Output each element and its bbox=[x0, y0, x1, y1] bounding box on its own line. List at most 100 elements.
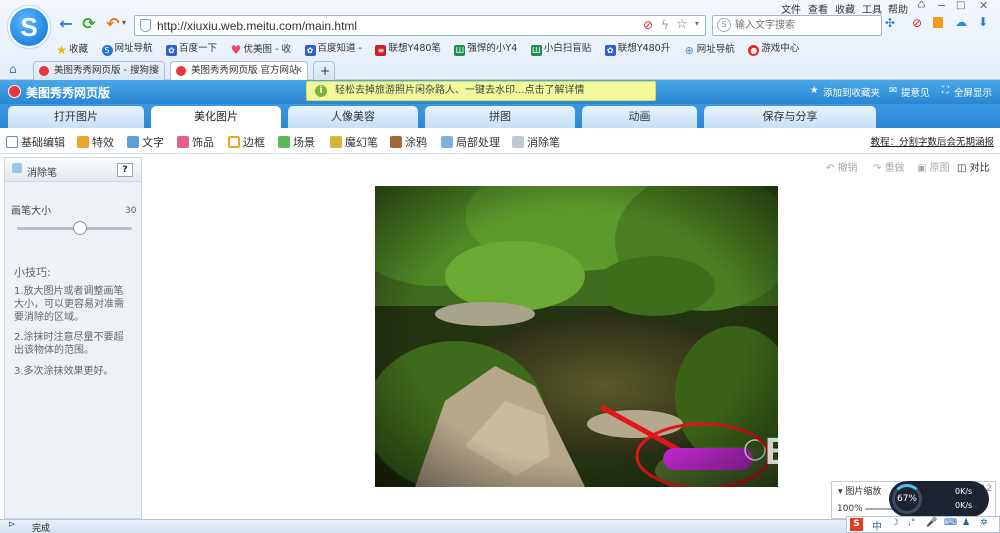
baidu-paw-icon: ✿ bbox=[166, 45, 178, 56]
bookmark-item[interactable]: Ш 强悍的小Y4 bbox=[454, 40, 517, 56]
dropdown-arrow-icon[interactable]: ▾ bbox=[122, 18, 126, 27]
tool-doodle[interactable]: 涂鸦 bbox=[390, 134, 427, 150]
tool-basic-edit[interactable]: 基础编辑 bbox=[6, 134, 65, 150]
tab-animation[interactable]: 动画 bbox=[582, 106, 697, 128]
bookmark-item[interactable]: ♥ 优美图 - 收 bbox=[231, 41, 291, 56]
close-tab-icon[interactable]: ✕ bbox=[152, 62, 160, 80]
maximize-icon[interactable]: □ bbox=[956, 0, 965, 11]
original-button[interactable]: ▣ 原图 bbox=[917, 159, 950, 174]
tool-scene[interactable]: 场景 bbox=[278, 134, 315, 150]
keyboard-icon[interactable]: ⌨ bbox=[944, 518, 957, 528]
undo-button[interactable]: ↶ 撤销 bbox=[826, 159, 858, 174]
tool-text[interactable]: 文字 bbox=[127, 134, 164, 150]
tab-beautify[interactable]: 美化图片 bbox=[151, 106, 281, 128]
download-icon[interactable]: ⬇ bbox=[978, 15, 988, 29]
star-icon: ★ bbox=[810, 85, 819, 96]
bookmark-item[interactable]: ✿ 百度知道 - bbox=[304, 40, 362, 56]
tab-save-share[interactable]: 保存与分享 bbox=[704, 106, 876, 128]
browser-tab-active[interactable]: 美图秀秀网页版 官方网站 ✕ bbox=[170, 61, 308, 80]
tool-decoration[interactable]: 饰品 bbox=[177, 134, 214, 150]
menu-view[interactable]: 查看 bbox=[808, 1, 828, 16]
add-favorite-link[interactable]: 添加到收藏夹 bbox=[823, 85, 880, 99]
tool-effects[interactable]: 特效 bbox=[77, 134, 114, 150]
lightning-icon[interactable]: ϟ bbox=[661, 18, 669, 32]
slider-handle[interactable] bbox=[73, 221, 88, 235]
search-input[interactable] bbox=[735, 18, 875, 33]
notes-icon[interactable] bbox=[933, 17, 943, 28]
close-window-icon[interactable]: ✕ bbox=[979, 0, 988, 12]
baidu-paw-icon: ✿ bbox=[304, 45, 316, 56]
main-tab-bar: 打开图片 美化图片 人像美容 拼图 动画 保存与分享 bbox=[0, 104, 1000, 128]
tutorial-link[interactable]: 教程：分割字数后会无期涵报 bbox=[870, 134, 994, 148]
forum-icon: Ш bbox=[530, 45, 542, 56]
minimize-icon[interactable]: − bbox=[937, 0, 946, 12]
extensions-icon[interactable]: ✣ bbox=[885, 16, 895, 30]
mic-icon[interactable]: 🎤 bbox=[926, 518, 937, 528]
meitu-favicon-icon bbox=[176, 66, 186, 76]
compare-button[interactable]: ◫ 对比 bbox=[957, 159, 990, 174]
bow-icon bbox=[177, 136, 189, 148]
tool-border[interactable]: 边框 bbox=[228, 134, 265, 150]
bookmark-item[interactable]: ⊕ 网址导航 bbox=[684, 41, 735, 56]
bookmark-item[interactable]: ≡ 联想Y480笔 bbox=[375, 40, 441, 56]
sogou-search-icon: S bbox=[717, 18, 731, 32]
cloud-icon[interactable]: ☁ bbox=[955, 15, 967, 29]
help-button[interactable]: ? bbox=[117, 163, 133, 177]
tab-collage[interactable]: 拼图 bbox=[425, 106, 575, 128]
settings-icon[interactable]: ✲ bbox=[980, 518, 988, 528]
tab-portrait[interactable]: 人像美容 bbox=[288, 106, 418, 128]
url-text[interactable]: http://xiuxiu.web.meitu.com/main.html bbox=[157, 19, 357, 33]
bookmark-item[interactable]: ✿ 联想Y480升 bbox=[604, 40, 670, 56]
download-speed: 0K/s bbox=[955, 501, 973, 510]
home-icon[interactable]: ⌂ bbox=[9, 62, 17, 76]
browser-tab[interactable]: 美图秀秀网页版 - 搜狗搜 ✕ bbox=[33, 61, 165, 80]
bookmark-item[interactable]: ★ 收藏 bbox=[56, 41, 88, 56]
app-header: 美图秀秀网页版 i 轻松去掉旅游照片闲杂路人、一键去水印...点击了解详情 ★ … bbox=[0, 80, 1000, 104]
bookmark-item[interactable]: S 网址导航 bbox=[101, 40, 153, 56]
sogou-ime-icon[interactable]: S bbox=[850, 518, 863, 531]
undo-close-icon[interactable]: ↶ bbox=[104, 15, 122, 33]
close-tab-icon[interactable]: ✕ bbox=[295, 62, 303, 80]
local-edit-icon bbox=[441, 136, 453, 148]
bookmark-item[interactable]: ● 游戏中心 bbox=[748, 40, 799, 56]
address-dropdown-icon[interactable]: ▾ bbox=[695, 19, 699, 28]
tool-bar: 基础编辑 特效 文字 饰品 边框 场景 魔幻笔 涂鸦 局部处理 消除笔 教程：分… bbox=[0, 128, 1000, 154]
bookmark-item[interactable]: Ш 小白扫盲贴 bbox=[530, 40, 591, 56]
tool-eraser-pen[interactable]: 消除笔 bbox=[512, 134, 560, 150]
ime-mode-label[interactable]: 中 bbox=[872, 518, 882, 533]
menu-file[interactable]: 文件 bbox=[781, 1, 801, 16]
tool-local-edit[interactable]: 局部处理 bbox=[441, 134, 500, 150]
address-bar[interactable]: http://xiuxiu.web.meitu.com/main.html ⊘ … bbox=[134, 15, 706, 36]
back-icon[interactable]: ← bbox=[57, 15, 75, 33]
sidebar-toggle-icon[interactable]: ⊳ bbox=[8, 520, 16, 530]
panel-header: 消除笔 ? bbox=[5, 158, 141, 182]
redo-button[interactable]: ↷ 重做 bbox=[873, 159, 905, 174]
fullscreen-link[interactable]: 全屏显示 bbox=[954, 85, 992, 99]
menu-favorites[interactable]: 收藏 bbox=[835, 1, 855, 16]
user-icon[interactable]: ♟ bbox=[962, 518, 970, 528]
moon-icon[interactable]: ☽ bbox=[891, 518, 899, 528]
sogou-browser-logo[interactable]: S bbox=[8, 6, 50, 48]
panel-title: 消除笔 bbox=[27, 168, 57, 179]
meitu-favicon-icon bbox=[39, 66, 49, 76]
refresh-icon[interactable]: ⟳ bbox=[80, 15, 98, 33]
feedback-link[interactable]: 提意见 bbox=[901, 85, 930, 99]
watermark: Baidu经验 bbox=[765, 431, 954, 473]
menu-help[interactable]: 帮助 bbox=[888, 1, 908, 16]
shield-icon bbox=[140, 19, 151, 32]
brush-icon bbox=[390, 136, 402, 148]
adblock-icon[interactable]: ⊘ bbox=[912, 16, 922, 30]
notice-banner[interactable]: i 轻松去掉旅游照片闲杂路人、一键去水印...点击了解详情 bbox=[306, 81, 656, 101]
skin-icon[interactable]: ♺ bbox=[917, 0, 926, 11]
tab-open-image[interactable]: 打开图片 bbox=[8, 106, 144, 128]
menu-tools[interactable]: 工具 bbox=[862, 1, 882, 16]
star-icon[interactable]: ☆ bbox=[676, 17, 688, 32]
bookmark-item[interactable]: ✿ 百度一下 bbox=[166, 40, 217, 56]
new-tab-button[interactable]: + bbox=[313, 61, 335, 80]
block-icon[interactable]: ⊘ bbox=[643, 18, 653, 32]
scene-icon bbox=[278, 136, 290, 148]
punctuation-icon[interactable]: ,° bbox=[908, 518, 915, 528]
tool-magic-pen[interactable]: 魔幻笔 bbox=[330, 134, 378, 150]
edited-photo[interactable] bbox=[375, 186, 778, 487]
search-box[interactable]: S bbox=[712, 15, 882, 36]
